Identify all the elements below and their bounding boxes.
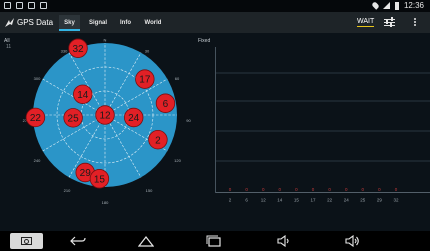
satellite-marker: 22 (25, 107, 46, 128)
signal-prn-label: 14 (277, 198, 283, 203)
signal-bars: 0 2 0 6 0 12 0 14 0 15 0 17 0 22 0 24 0 25 0 29 0 32 (229, 187, 399, 203)
signal-value-label: 0 (279, 187, 282, 192)
signal-prn-label: 24 (344, 198, 350, 203)
signal-value-label: 0 (328, 187, 331, 192)
satellite-marker: 14 (73, 84, 93, 104)
satellite-marker: 12 (95, 105, 115, 125)
compass-30: 30 (145, 49, 150, 54)
signal-value-label: 0 (229, 187, 232, 192)
signal-value-label: 0 (378, 187, 381, 192)
satellite-prn: 24 (128, 113, 140, 124)
satellite-marker: 17 (135, 69, 155, 89)
satellite-marker: 6 (155, 93, 176, 113)
volume-down-icon[interactable] (276, 235, 292, 247)
satellite-marker: 2 (148, 129, 168, 150)
signal-prn-label: 12 (261, 198, 267, 203)
compass-300: 300 (34, 76, 41, 81)
screenshot-icon[interactable] (10, 233, 43, 249)
gps-visualization: N 30 60 90 120 150 180 210 240 270 300 3… (23, 38, 430, 206)
satellite-prn: 15 (94, 174, 106, 185)
satellite-prn: 12 (99, 111, 111, 122)
compass-150: 150 (146, 188, 153, 193)
compass-180: 180 (102, 200, 109, 205)
signal-plot: 0 2 0 6 0 12 0 14 0 15 0 17 0 22 0 24 0 25 0 29 0 32 (215, 47, 430, 203)
signal-prn-label: 22 (327, 198, 333, 203)
volume-up-icon[interactable] (344, 235, 360, 247)
signal-prn-label: 25 (360, 198, 366, 203)
signal-value-label: 0 (345, 187, 348, 192)
compass-60: 60 (175, 76, 180, 81)
satellite-marker: 24 (123, 107, 144, 128)
signal-prn-label: 32 (393, 198, 399, 203)
compass-210: 210 (64, 188, 71, 193)
home-icon[interactable] (138, 235, 154, 247)
signal-value-label: 0 (295, 187, 298, 192)
satellite-marker: 15 (89, 169, 110, 189)
compass-240: 240 (34, 158, 41, 163)
signal-prn-label: 2 (229, 198, 232, 203)
signal-prn-label: 6 (245, 198, 248, 203)
satellite-prn: 14 (77, 90, 89, 101)
signal-value-label: 0 (312, 187, 315, 192)
signal-grid (215, 47, 430, 193)
signal-prn-label: 17 (310, 198, 316, 203)
navigation-bar (0, 231, 430, 251)
satellite-prn: 2 (155, 135, 161, 146)
satellite-prn: 32 (72, 44, 84, 55)
compass-90: 90 (186, 118, 191, 123)
satellite-marker: 25 (63, 108, 83, 128)
compass-north: N (104, 38, 107, 43)
sky-plot: N 30 60 90 120 150 180 210 240 270 300 3… (23, 38, 192, 206)
satellite-marker: 32 (68, 38, 88, 58)
compass-330: 330 (61, 49, 68, 54)
satellite-prn: 6 (163, 99, 169, 110)
signal-prn-label: 15 (294, 198, 300, 203)
recents-icon[interactable] (206, 235, 222, 247)
satellite-prn: 29 (80, 168, 92, 179)
compass-120: 120 (174, 158, 181, 163)
signal-value-label: 0 (362, 187, 365, 192)
signal-value-label: 0 (262, 187, 265, 192)
satellite-prn: 25 (68, 113, 80, 124)
signal-value-label: 0 (395, 187, 398, 192)
signal-prn-label: 29 (377, 198, 383, 203)
satellite-prn: 22 (30, 113, 42, 124)
signal-value-label: 0 (245, 187, 248, 192)
back-icon[interactable] (70, 235, 86, 247)
satellite-prn: 17 (139, 75, 151, 86)
